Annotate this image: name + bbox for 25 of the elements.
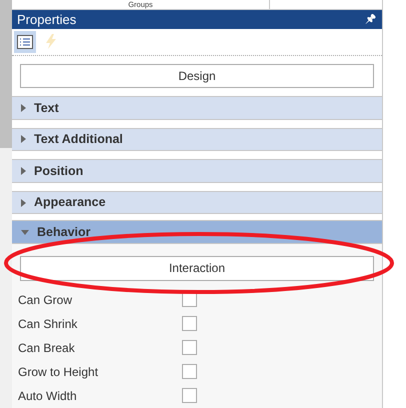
property-label: Can Shrink [18, 316, 78, 333]
toolbar-button[interactable] [14, 30, 36, 53]
property-label: Auto Width [18, 388, 78, 405]
property-label: Can Grow [18, 292, 74, 309]
list-icon [17, 34, 33, 49]
expand-icon [21, 135, 26, 144]
property-label: Can Break [18, 340, 76, 357]
checkbox[interactable] [182, 340, 197, 356]
lightning-icon [46, 34, 56, 50]
section-header[interactable]: Appearance [12, 190, 382, 214]
section-header[interactable]: Position [12, 159, 382, 183]
design-button[interactable]: Design [20, 64, 374, 88]
panel-title: Properties [17, 10, 76, 29]
section-header[interactable]: Text [12, 96, 382, 120]
expand-icon [21, 104, 26, 112]
checkbox[interactable] [182, 388, 197, 404]
expand-icon [21, 198, 26, 207]
section-header[interactable]: Text Additional [12, 128, 382, 152]
interaction-button[interactable]: Interaction [20, 256, 374, 281]
checkbox[interactable] [182, 364, 197, 380]
checkbox[interactable] [182, 316, 197, 332]
collapse-icon [21, 230, 29, 235]
property-label: Grow to Height [18, 364, 100, 381]
pin-icon[interactable]: 📌 [365, 12, 376, 26]
expand-icon [21, 167, 26, 176]
